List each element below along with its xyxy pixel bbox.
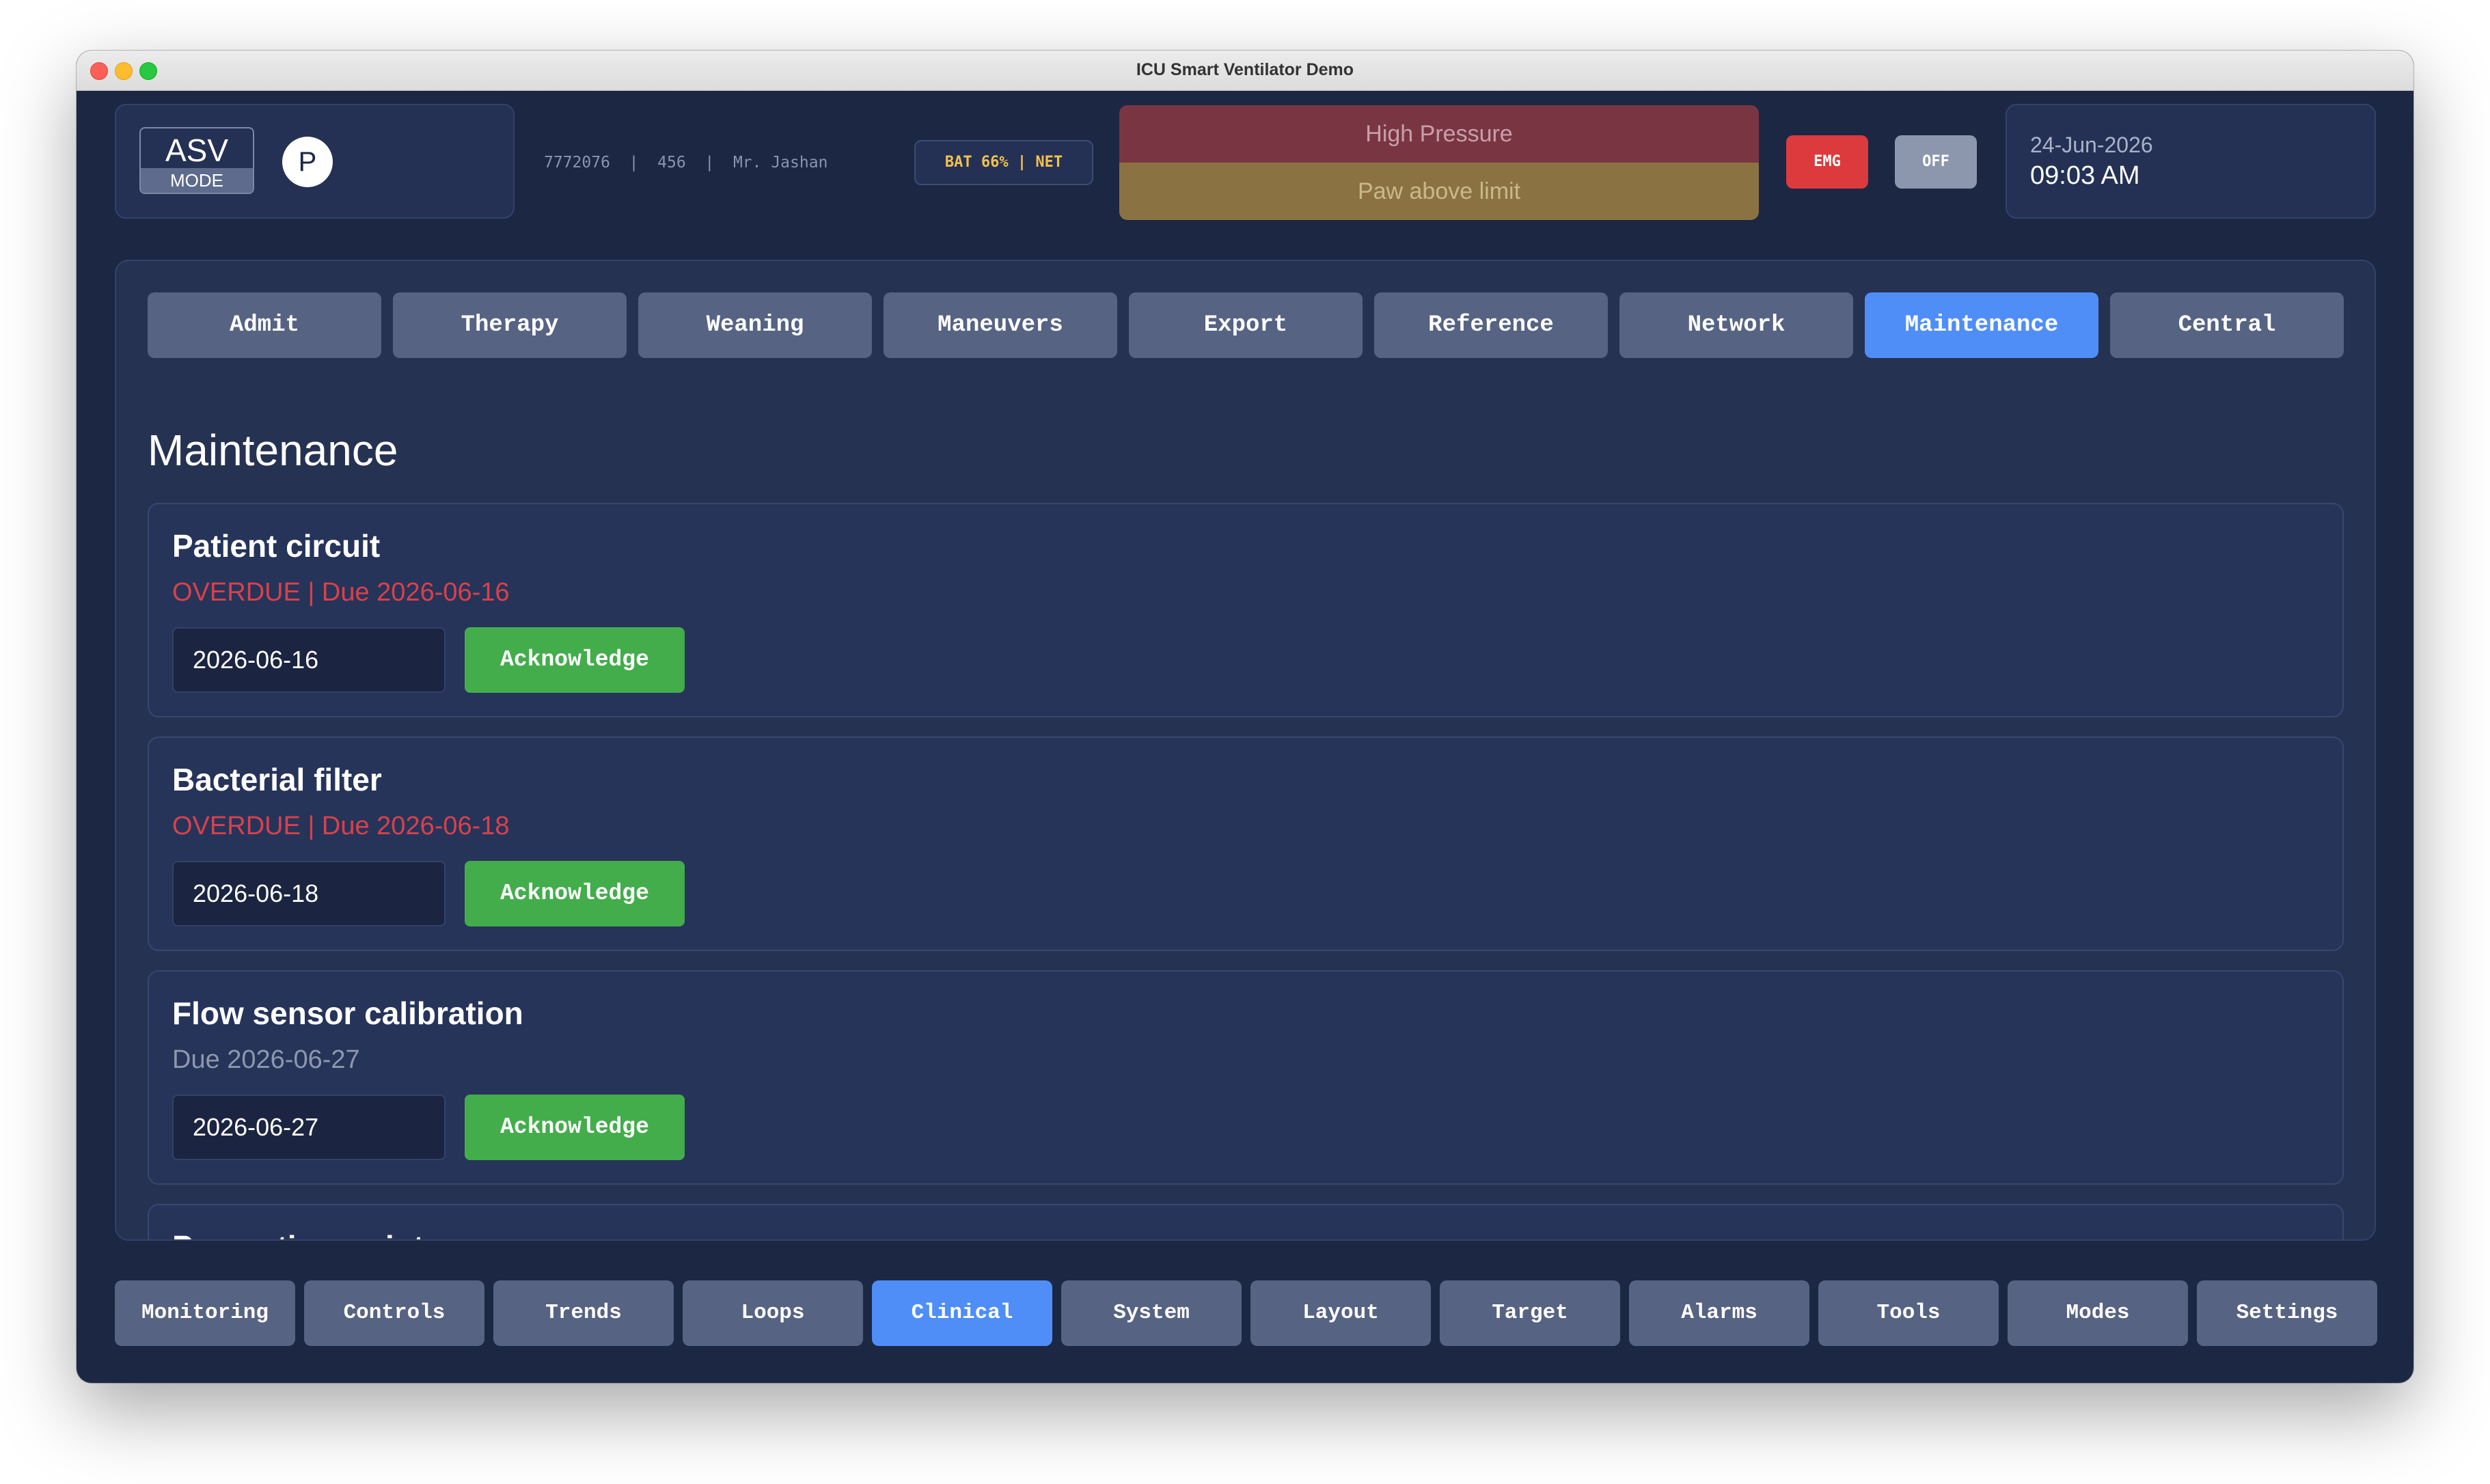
- title-bar: ICU Smart Ventilator Demo: [77, 51, 2413, 91]
- alarm-banner[interactable]: High Pressure Paw above limit: [1119, 105, 1759, 220]
- nav-controls[interactable]: Controls: [304, 1280, 484, 1346]
- tab-maintenance[interactable]: Maintenance: [1865, 292, 2098, 358]
- emergency-button[interactable]: EMG: [1786, 135, 1868, 189]
- nav-target[interactable]: Target: [1440, 1280, 1620, 1346]
- item-title: Bacterial filter: [172, 762, 382, 797]
- date-input[interactable]: 2026-06-16: [172, 627, 446, 693]
- mode-name: ASV: [165, 133, 229, 168]
- mode-card: ASV MODE P: [115, 104, 515, 219]
- mode-label: MODE: [141, 168, 253, 193]
- nav-monitoring[interactable]: Monitoring: [115, 1280, 295, 1346]
- item-title: Flow sensor calibration: [172, 995, 523, 1031]
- item-status: Due 2026-06-27: [172, 1045, 360, 1074]
- bottom-nav: Monitoring Controls Trends Loops Clinica…: [115, 1280, 2377, 1346]
- item-title: Patient circuit: [172, 528, 381, 564]
- current-time: 09:03 AM: [2030, 161, 2140, 190]
- section-title: Maintenance: [148, 426, 398, 475]
- maintenance-card: Patient circuit OVERDUE | Due 2026-06-16…: [148, 503, 2344, 717]
- nav-clinical[interactable]: Clinical: [872, 1280, 1052, 1346]
- app-window: ICU Smart Ventilator Demo ASV MODE P 777…: [77, 51, 2413, 1383]
- maintenance-card: Flow sensor calibration Due 2026-06-27 2…: [148, 970, 2344, 1185]
- acknowledge-button[interactable]: Acknowledge: [465, 627, 685, 693]
- nav-layout[interactable]: Layout: [1250, 1280, 1431, 1346]
- tab-admit[interactable]: Admit: [148, 292, 381, 358]
- nav-modes[interactable]: Modes: [2008, 1280, 2188, 1346]
- nav-trends[interactable]: Trends: [493, 1280, 674, 1346]
- nav-alarms[interactable]: Alarms: [1629, 1280, 1809, 1346]
- nav-tools[interactable]: Tools: [1818, 1280, 1999, 1346]
- alarm-secondary: Paw above limit: [1119, 163, 1759, 220]
- nav-system[interactable]: System: [1061, 1280, 1242, 1346]
- date-input[interactable]: 2026-06-18: [172, 861, 446, 926]
- date-input[interactable]: 2026-06-27: [172, 1095, 446, 1160]
- item-status: OVERDUE | Due 2026-06-18: [172, 812, 510, 840]
- alarm-primary: High Pressure: [1119, 105, 1759, 163]
- battery-network-badge: BAT 66% | NET: [914, 140, 1093, 185]
- item-title: Preventive maintenance: [172, 1228, 532, 1239]
- nav-loops[interactable]: Loops: [683, 1280, 863, 1346]
- patient-type-badge: P: [282, 137, 333, 187]
- tab-network[interactable]: Network: [1619, 292, 1853, 358]
- tab-therapy[interactable]: Therapy: [393, 292, 627, 358]
- datetime-card: 24-Jun-2026 09:03 AM: [2006, 104, 2376, 219]
- nav-settings[interactable]: Settings: [2197, 1280, 2377, 1346]
- acknowledge-button[interactable]: Acknowledge: [465, 1095, 685, 1160]
- item-status: OVERDUE | Due 2026-06-16: [172, 578, 510, 607]
- tab-export[interactable]: Export: [1129, 292, 1363, 358]
- tab-reference[interactable]: Reference: [1374, 292, 1608, 358]
- maintenance-card: Bacterial filter OVERDUE | Due 2026-06-1…: [148, 737, 2344, 951]
- tab-central[interactable]: Central: [2110, 292, 2344, 358]
- tab-weaning[interactable]: Weaning: [638, 292, 872, 358]
- acknowledge-button[interactable]: Acknowledge: [465, 861, 685, 926]
- tab-maneuvers[interactable]: Maneuvers: [884, 292, 1117, 358]
- maintenance-card: Preventive maintenance: [148, 1204, 2344, 1239]
- off-button[interactable]: OFF: [1895, 135, 1977, 189]
- mode-badge[interactable]: ASV MODE: [139, 127, 254, 194]
- window-title: ICU Smart Ventilator Demo: [1136, 60, 1354, 79]
- tab-bar: Admit Therapy Weaning Maneuvers Export R…: [148, 292, 2344, 358]
- current-date: 24-Jun-2026: [2030, 133, 2153, 157]
- main-panel: Admit Therapy Weaning Maneuvers Export R…: [115, 260, 2376, 1241]
